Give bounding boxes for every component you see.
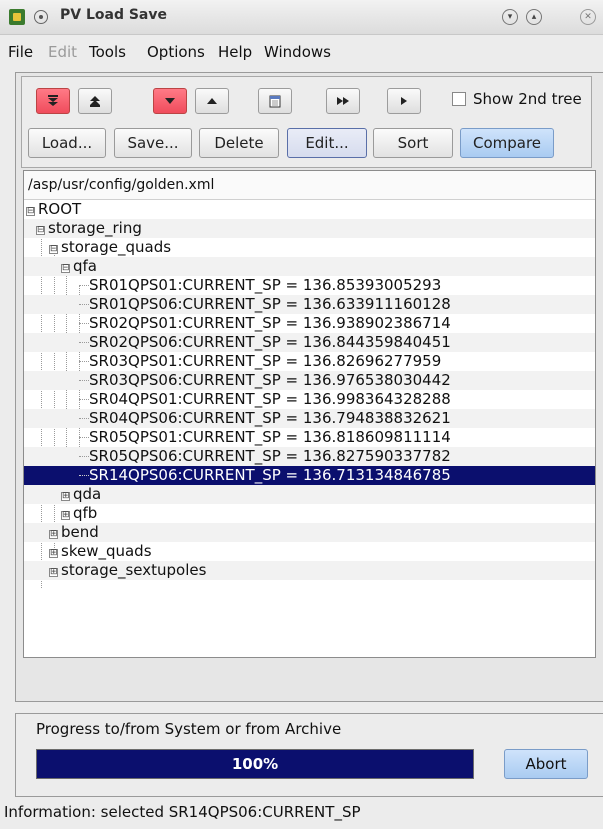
tree-node-qfa[interactable]: ⊟ qfa: [24, 257, 595, 276]
tree-node-label: qda: [73, 485, 102, 503]
tree-leaf-selected[interactable]: SR14QPS06:CURRENT_SP = 136.713134846785: [24, 466, 595, 485]
menu-tools[interactable]: Tools: [89, 43, 126, 61]
tree-leaf[interactable]: SR03QPS06:CURRENT_SP = 136.976538030442: [24, 371, 595, 390]
tree-node-qda[interactable]: ⊞ qda: [24, 485, 595, 504]
menu-dot-icon[interactable]: [34, 10, 48, 24]
tree-leaf-label: SR05QPS06:CURRENT_SP = 136.827590337782: [89, 447, 451, 465]
tree-node-label: bend: [61, 523, 99, 541]
play-icon: [401, 97, 407, 105]
expand-all-button[interactable]: [78, 88, 112, 114]
tree-leaf[interactable]: SR03QPS01:CURRENT_SP = 136.82696277959: [24, 352, 595, 371]
tree-leaf-label: SR02QPS01:CURRENT_SP = 136.938902386714: [89, 314, 451, 332]
tree-leaf-label: SR02QPS06:CURRENT_SP = 136.844359840451: [89, 333, 451, 351]
tree-node-label: qfb: [73, 504, 98, 522]
menu-bar: File Edit Tools Options Help Windows: [0, 35, 603, 65]
show-2nd-tree-label: Show 2nd tree: [473, 90, 582, 108]
tree-node-label: ROOT: [38, 200, 82, 218]
close-icon[interactable]: ✕: [580, 9, 596, 25]
tree-leaf-label: SR05QPS01:CURRENT_SP = 136.818609811114: [89, 428, 451, 446]
tree-leaf-label: SR01QPS06:CURRENT_SP = 136.633911160128: [89, 295, 451, 313]
menu-file[interactable]: File: [8, 43, 33, 61]
tree-leaf[interactable]: SR02QPS06:CURRENT_SP = 136.844359840451: [24, 333, 595, 352]
tree-panel[interactable]: /asp/usr/config/golden.xml ⊟ ROOT ⊟ storag…: [23, 170, 596, 658]
collapse-button[interactable]: [153, 88, 187, 114]
delete-button[interactable]: Delete: [199, 128, 279, 158]
show-2nd-tree-checkbox[interactable]: [452, 92, 466, 106]
collapse-toggle-icon[interactable]: ⊟: [61, 264, 70, 273]
tree-node-storage-sextupoles[interactable]: ⊞ storage_sextupoles: [24, 561, 595, 580]
compare-button[interactable]: Compare: [460, 128, 554, 158]
collapse-toggle-icon[interactable]: ⊟: [36, 226, 45, 235]
tree-leaf[interactable]: SR01QPS06:CURRENT_SP = 136.633911160128: [24, 295, 595, 314]
tree-leaf-label: SR03QPS01:CURRENT_SP = 136.82696277959: [89, 352, 442, 370]
window-title: PV Load Save: [60, 7, 168, 23]
sort-button[interactable]: Sort: [373, 128, 453, 158]
tree-leaf-label: SR03QPS06:CURRENT_SP = 136.976538030442: [89, 371, 451, 389]
tree-node-label: storage_quads: [61, 238, 172, 256]
play-button[interactable]: [387, 88, 421, 114]
tree-leaf[interactable]: SR04QPS01:CURRENT_SP = 136.998364328288: [24, 390, 595, 409]
title-bar: PV Load Save ▾ ▴ ✕: [0, 0, 603, 35]
tree-node-bend[interactable]: ⊞ bend: [24, 523, 595, 542]
abort-button[interactable]: Abort: [504, 749, 588, 779]
app-icon: [9, 9, 25, 25]
expand-toggle-icon[interactable]: ⊞: [49, 568, 58, 577]
file-path: /asp/usr/config/golden.xml: [24, 171, 595, 200]
tree-node-qfb[interactable]: ⊞ qfb: [24, 504, 595, 523]
tree-leaf[interactable]: SR01QPS01:CURRENT_SP = 136.85393005293: [24, 276, 595, 295]
fast-forward-icon: [337, 97, 349, 105]
tree-leaf[interactable]: SR05QPS01:CURRENT_SP = 136.818609811114: [24, 428, 595, 447]
expand-toggle-icon[interactable]: ⊞: [49, 530, 58, 539]
progress-text: 100%: [231, 755, 279, 773]
collapse-toggle-icon[interactable]: ⊟: [26, 207, 35, 216]
tree-node-label: skew_quads: [61, 542, 152, 560]
tree-leaf-label: SR04QPS01:CURRENT_SP = 136.998364328288: [89, 390, 451, 408]
tree-node-label: qfa: [73, 257, 97, 275]
tree-node-label: storage_ring: [48, 219, 142, 237]
menu-windows[interactable]: Windows: [264, 43, 331, 61]
progress-panel: Progress to/from System or from Archive …: [15, 713, 603, 797]
calendar-button[interactable]: [258, 88, 292, 114]
expand-all-icon: [90, 96, 100, 107]
expand-toggle-icon[interactable]: ⊞: [61, 511, 70, 520]
load-button[interactable]: Load...: [28, 128, 106, 158]
expand-icon: [207, 98, 217, 104]
menu-edit[interactable]: Edit: [48, 43, 77, 61]
maximize-icon[interactable]: ▴: [526, 9, 542, 25]
tree-leaf[interactable]: SR04QPS06:CURRENT_SP = 136.794838832621: [24, 409, 595, 428]
expand-toggle-icon[interactable]: ⊞: [61, 492, 70, 501]
menu-options[interactable]: Options: [147, 43, 205, 61]
tree-node-storage-ring[interactable]: ⊟ storage_ring: [24, 219, 595, 238]
menu-help[interactable]: Help: [218, 43, 252, 61]
tree-leaf[interactable]: SR02QPS01:CURRENT_SP = 136.938902386714: [24, 314, 595, 333]
expand-toggle-icon[interactable]: ⊞: [49, 549, 58, 558]
save-button[interactable]: Save...: [114, 128, 192, 158]
calendar-icon: [269, 95, 281, 108]
fast-forward-button[interactable]: [326, 88, 360, 114]
expand-button[interactable]: [195, 88, 229, 114]
tree-node-storage-quads[interactable]: ⊟ storage_quads: [24, 238, 595, 257]
tree-node-label: storage_sextupoles: [61, 561, 207, 579]
minimize-icon[interactable]: ▾: [502, 9, 518, 25]
tree-node-root[interactable]: ⊟ ROOT: [24, 200, 595, 219]
tree-node-skew-quads[interactable]: ⊞ skew_quads: [24, 542, 595, 561]
tree-leaf-label: SR04QPS06:CURRENT_SP = 136.794838832621: [89, 409, 451, 427]
collapse-toggle-icon[interactable]: ⊟: [49, 245, 58, 254]
collapse-icon: [165, 98, 175, 104]
progress-label: Progress to/from System or from Archive: [36, 720, 342, 738]
toolbar: Show 2nd tree Load... Save... Delete Edi…: [21, 76, 592, 168]
progress-bar: 100%: [36, 749, 474, 779]
tree-leaf[interactable]: SR05QPS06:CURRENT_SP = 136.827590337782: [24, 447, 595, 466]
collapse-all-icon: [48, 95, 58, 106]
collapse-all-button[interactable]: [36, 88, 70, 114]
status-text: Information: selected SR14QPS06:CURRENT_…: [4, 803, 361, 821]
main-panel: Show 2nd tree Load... Save... Delete Edi…: [15, 72, 603, 702]
tree-leaf-label: SR01QPS01:CURRENT_SP = 136.85393005293: [89, 276, 442, 294]
tree-view[interactable]: ⊟ ROOT ⊟ storage_ring ⊟ storage_quads ⊟ qfa …: [24, 200, 595, 588]
tree-leaf-label: SR14QPS06:CURRENT_SP = 136.713134846785: [89, 466, 451, 484]
edit-button[interactable]: Edit...: [287, 128, 367, 158]
